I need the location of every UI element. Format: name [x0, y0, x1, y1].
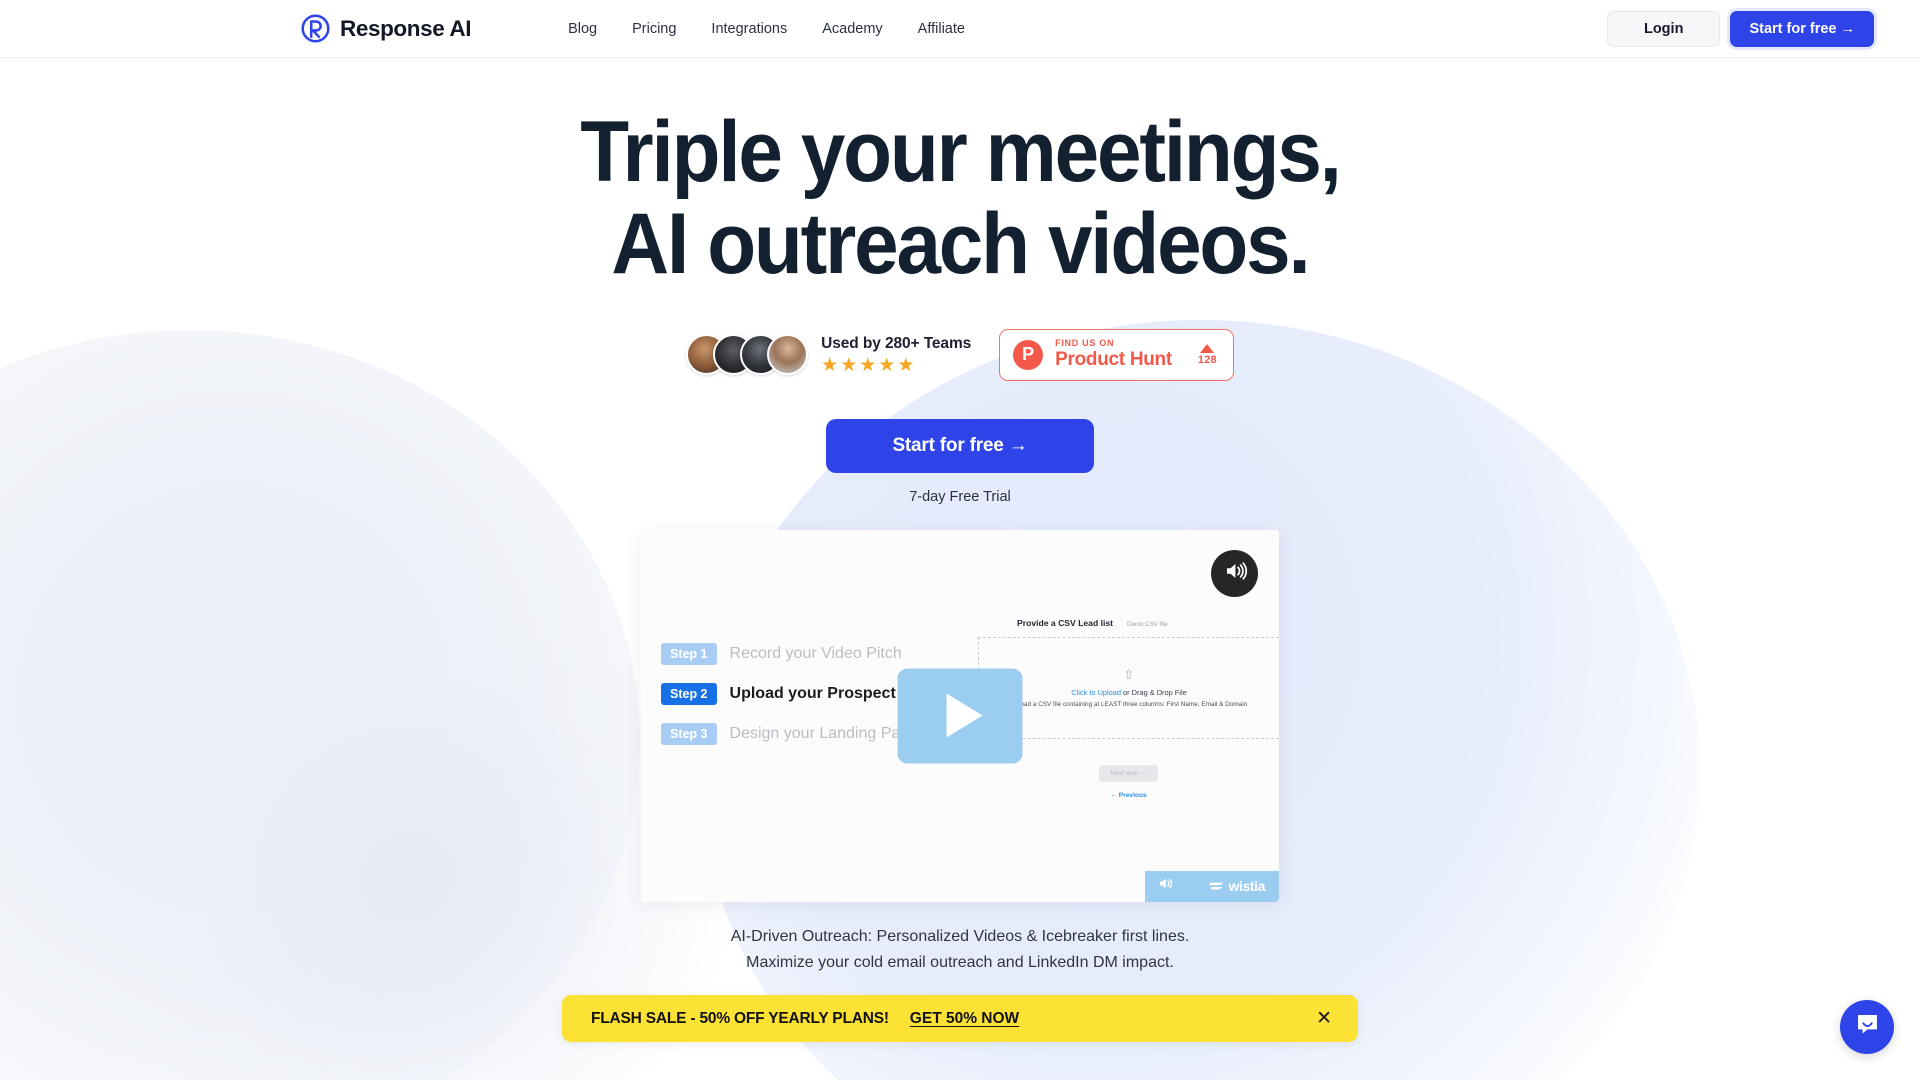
speaker-icon — [1223, 559, 1247, 588]
volume-icon[interactable] — [1157, 875, 1174, 897]
headline-line-2: AI outreach videos. — [611, 196, 1310, 293]
chat-bubble-icon — [1854, 1011, 1881, 1043]
hero-section: Triple your meetings, AI outreach videos… — [0, 58, 1920, 977]
product-hunt-badge[interactable]: P FIND US ON Product Hunt 128 — [999, 329, 1234, 381]
steps-list: Step 1 Record your Video Pitch Step 2 Up… — [661, 642, 929, 745]
site-header: Response AI Blog Pricing Integrations Ac… — [0, 0, 1920, 58]
product-hunt-name: Product Hunt — [1055, 348, 1172, 370]
demo-csv-link[interactable]: Demo CSV file — [1127, 621, 1168, 628]
wistia-logo[interactable]: wistia — [1209, 878, 1265, 894]
response-ai-logo-icon — [300, 13, 331, 44]
upload-prompt-rest: or Drag & Drop File — [1120, 687, 1187, 697]
upload-icon: ⇧ — [1123, 666, 1135, 682]
nav-item-blog[interactable]: Blog — [568, 21, 597, 37]
start-for-free-button-nav[interactable]: Start for free → — [1730, 10, 1874, 47]
step-item-3: Step 3 Design your Landing Page — [661, 722, 929, 745]
used-by-teams-block: Used by 280+ Teams ★★★★★ — [686, 334, 971, 376]
subtext-line-2: Maximize your cold email outreach and Li… — [746, 954, 1174, 972]
video-player[interactable]: Step 1 Record your Video Pitch Step 2 Up… — [641, 529, 1279, 902]
upload-prompt: Click to Upload or Drag & Drop File — [1071, 688, 1186, 697]
nav-item-affiliate[interactable]: Affiliate — [918, 21, 965, 37]
flash-sale-banner: FLASH SALE - 50% OFF YEARLY PLANS! GET 5… — [562, 995, 1358, 1042]
csv-panel-title: Provide a CSV Lead list — [1017, 617, 1113, 628]
csv-panel-footer: Next step → ← Previous — [978, 762, 1279, 799]
play-button[interactable] — [897, 668, 1023, 764]
intercom-chat-launcher[interactable] — [1840, 1000, 1894, 1054]
click-to-upload-link[interactable]: Click to Upload — [1071, 688, 1121, 697]
social-proof-row: Used by 280+ Teams ★★★★★ P FIND US ON Pr… — [0, 329, 1920, 381]
logo[interactable]: Response AI — [300, 13, 471, 44]
proof-text: Used by 280+ Teams ★★★★★ — [821, 335, 971, 375]
wistia-mark-icon — [1210, 882, 1224, 890]
start-for-free-button-hero[interactable]: Start for free → — [826, 418, 1094, 473]
play-triangle-icon — [946, 693, 982, 738]
used-by-label: Used by 280+ Teams — [821, 334, 972, 352]
main-nav: Blog Pricing Integrations Academy Affili… — [568, 21, 965, 37]
step-label: Record your Video Pitch — [729, 644, 902, 662]
file-dropzone[interactable]: ⇧ Click to Upload or Drag & Drop File Up… — [978, 636, 1279, 739]
nav-item-pricing[interactable]: Pricing — [632, 21, 676, 37]
header-actions: Login Start for free → — [1606, 10, 1874, 47]
step-badge: Step 2 — [661, 682, 717, 705]
star-rating-icon: ★★★★★ — [821, 354, 917, 376]
avatar-group — [686, 334, 809, 376]
previous-link[interactable]: ← Previous — [978, 792, 1279, 799]
upload-hint: Upload a CSV file containing at LEAST th… — [1010, 700, 1248, 708]
upvote-count: 128 — [1197, 353, 1217, 366]
nav-item-integrations[interactable]: Integrations — [711, 21, 787, 37]
cta-block: Start for free → 7-day Free Trial — [0, 418, 1920, 505]
csv-panel-header: Provide a CSV Lead list Demo CSV file — [978, 618, 1279, 628]
next-step-button[interactable]: Next step → — [1099, 764, 1158, 782]
product-hunt-text: FIND US ON Product Hunt — [1055, 338, 1172, 371]
nav-item-academy[interactable]: Academy — [822, 21, 882, 37]
login-button[interactable]: Login — [1606, 10, 1721, 47]
get-50-now-link[interactable]: GET 50% NOW — [910, 1010, 1019, 1028]
product-hunt-upvote[interactable]: 128 — [1197, 343, 1217, 366]
product-hunt-kicker: FIND US ON — [1055, 338, 1115, 349]
subtext-line-1: AI-Driven Outreach: Personalized Videos … — [730, 927, 1190, 945]
page-title: Triple your meetings, AI outreach videos… — [67, 106, 1853, 290]
logo-text: Response AI — [340, 15, 472, 41]
step-item-1: Step 1 Record your Video Pitch — [661, 642, 929, 665]
unmute-button[interactable] — [1211, 549, 1258, 597]
avatar — [767, 334, 809, 376]
free-trial-note: 7-day Free Trial — [909, 488, 1011, 505]
product-hunt-icon: P — [1013, 339, 1044, 370]
csv-upload-panel: Provide a CSV Lead list Demo CSV file ⇧ … — [978, 618, 1279, 854]
hero-subtext: AI-Driven Outreach: Personalized Videos … — [0, 924, 1920, 977]
headline-line-1: Triple your meetings, — [580, 104, 1342, 200]
step-badge: Step 3 — [661, 722, 717, 745]
step-item-2: Step 2 Upload your Prospect List — [661, 682, 929, 705]
close-icon[interactable]: ✕ — [1316, 1009, 1332, 1028]
flash-sale-text: FLASH SALE - 50% OFF YEARLY PLANS! — [591, 1009, 889, 1027]
step-badge: Step 1 — [661, 642, 717, 665]
upvote-triangle-icon — [1200, 343, 1215, 353]
wistia-wordmark: wistia — [1228, 878, 1265, 895]
wistia-control-bar: wistia — [1145, 870, 1279, 902]
step-label: Design your Landing Page — [729, 724, 919, 742]
